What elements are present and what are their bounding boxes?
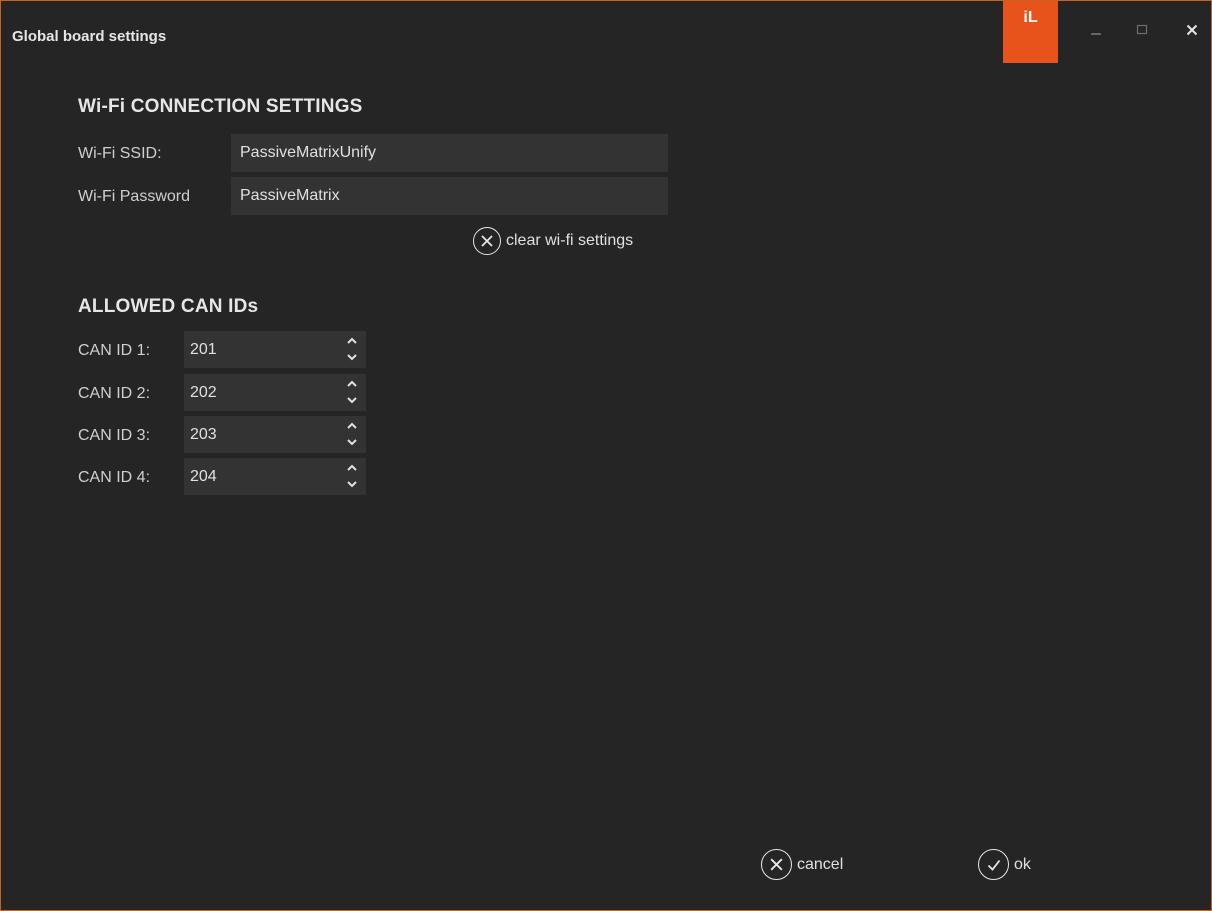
chevron-up-icon[interactable] [346,463,358,472]
chevron-down-icon[interactable] [346,438,358,447]
can-id-2-stepper[interactable] [346,379,358,405]
chevron-up-icon[interactable] [346,379,358,388]
cancel-label: cancel [797,855,844,873]
can-id-3-input[interactable] [184,416,334,453]
can-id-4-stepper[interactable] [346,463,358,489]
cancel-x-icon [761,849,792,880]
chevron-down-icon[interactable] [346,480,358,489]
wifi-section-title: Wi-Fi CONNECTION SETTINGS [78,96,363,117]
chevron-down-icon[interactable] [346,396,358,405]
wifi-password-label: Wi-Fi Password [78,188,191,205]
maximize-icon [1136,24,1148,35]
can-id-2-label: CAN ID 2: [78,385,151,402]
checkmark-icon [978,849,1009,880]
chevron-down-icon[interactable] [346,353,358,362]
wifi-password-input[interactable] [231,177,668,215]
clear-wifi-button[interactable]: clear wi-fi settings [473,227,633,255]
can-id-4-input[interactable] [184,458,334,495]
can-id-2-input[interactable] [184,374,334,411]
wifi-ssid-label: Wi-Fi SSID: [78,145,162,162]
can-id-1-input[interactable] [184,331,334,368]
app-logo: iL [1003,1,1058,63]
ok-button[interactable]: ok [978,849,1031,880]
can-id-4-spinbox[interactable] [184,458,366,495]
can-id-1-spinbox[interactable] [184,331,366,368]
cancel-button[interactable]: cancel [761,849,843,880]
maximize-button[interactable] [1127,15,1157,45]
minimize-icon [1091,33,1101,35]
can-id-1-label: CAN ID 1: [78,342,151,359]
chevron-up-icon[interactable] [346,336,358,345]
can-id-4-label: CAN ID 4: [78,469,151,486]
can-section-title: ALLOWED CAN IDs [78,296,259,317]
can-id-3-stepper[interactable] [346,421,358,447]
can-id-2-spinbox[interactable] [184,374,366,411]
can-id-3-label: CAN ID 3: [78,427,151,444]
settings-window: Global board settings iL Wi-Fi CONNECTIO… [0,0,1212,911]
minimize-button[interactable] [1081,15,1111,45]
clear-x-icon [473,227,501,255]
chevron-up-icon[interactable] [346,421,358,430]
title-bar[interactable]: Global board settings iL [1,1,1211,65]
can-id-1-stepper[interactable] [346,336,358,362]
close-button[interactable] [1177,15,1207,45]
can-id-3-spinbox[interactable] [184,416,366,453]
window-title: Global board settings [12,28,167,45]
close-icon [1186,24,1198,36]
clear-wifi-label: clear wi-fi settings [506,232,634,249]
wifi-ssid-input[interactable] [231,134,668,172]
ok-label: ok [1014,855,1031,873]
